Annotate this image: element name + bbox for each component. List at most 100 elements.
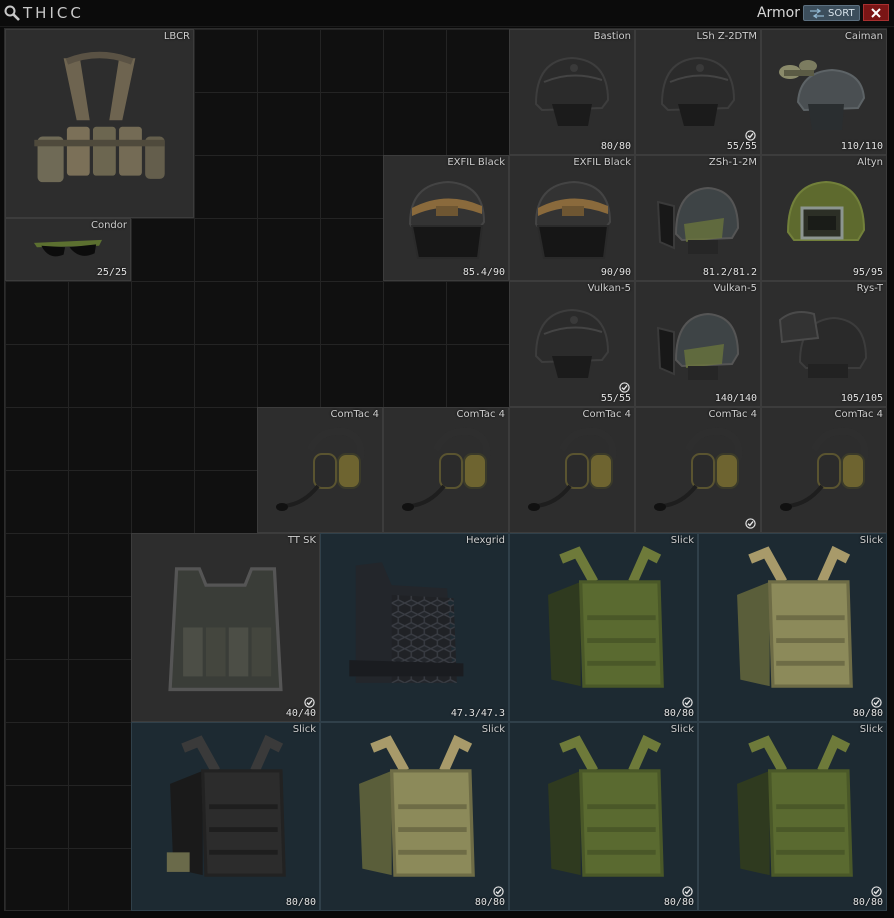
item-name: Slick — [859, 724, 883, 735]
item-name: EXFIL Black — [447, 157, 505, 168]
item-slot-slick[interactable]: Slick 80/80 — [509, 533, 698, 722]
close-icon — [871, 8, 881, 18]
helmet-icon — [534, 308, 610, 378]
item-name: Slick — [481, 724, 505, 735]
item-slot-lsh-z-2dtm[interactable]: LSh Z-2DTM 55/55 — [635, 29, 761, 155]
item-slot-altyn[interactable]: Altyn 95/95 — [761, 155, 887, 281]
container-header: THICC Armor SORT — [0, 0, 894, 27]
item-image — [12, 42, 187, 205]
item-slot-lbcr[interactable]: LBCR — [5, 29, 194, 218]
item-durability: 80/80 — [663, 897, 694, 908]
item-image — [768, 42, 880, 142]
item-slot-slick[interactable]: Slick 80/80 — [131, 722, 320, 911]
sort-label: SORT — [828, 8, 855, 19]
item-name: Slick — [670, 535, 694, 546]
item-slot-slick[interactable]: Slick 80/80 — [698, 722, 887, 911]
item-slot-comtac-4[interactable]: ComTac 4 — [509, 407, 635, 533]
item-name: ComTac 4 — [582, 409, 631, 420]
item-image — [516, 168, 628, 268]
item-name: Caiman — [844, 31, 883, 42]
item-slot-condor[interactable]: Condor 25/25 — [5, 218, 131, 281]
item-name: Rys-T — [856, 283, 883, 294]
item-image — [516, 735, 691, 898]
sort-icon — [810, 8, 824, 19]
item-image — [327, 735, 502, 898]
item-image — [264, 420, 376, 520]
item-slot-exfil-black[interactable]: EXFIL Black 85.4/90 — [383, 155, 509, 281]
headset-icon — [654, 427, 743, 511]
checkmark-icon — [745, 518, 756, 529]
item-slot-tt-sk[interactable]: TT SK 40/40 — [131, 533, 320, 722]
checkmark-icon — [304, 697, 315, 708]
item-image — [768, 420, 880, 520]
item-image — [516, 42, 628, 142]
search-icon[interactable] — [3, 4, 21, 22]
item-image — [768, 294, 880, 394]
item-name: EXFIL Black — [573, 157, 631, 168]
helmet-face-icon — [534, 180, 612, 259]
item-slot-slick[interactable]: Slick 80/80 — [320, 722, 509, 911]
item-durability: 95/95 — [852, 267, 883, 278]
item-image — [390, 168, 502, 268]
item-durability: 80/80 — [474, 897, 505, 908]
helmet-nvg-icon — [779, 60, 866, 130]
item-durability: 85.4/90 — [462, 267, 505, 278]
helmet-icon — [534, 56, 610, 126]
item-image — [516, 294, 628, 394]
helmet-visor-icon — [656, 312, 740, 380]
item-slot-comtac-4[interactable]: ComTac 4 — [761, 407, 887, 533]
item-image — [138, 546, 313, 709]
item-slot-exfil-black[interactable]: EXFIL Black 90/90 — [509, 155, 635, 281]
item-durability: 80/80 — [852, 897, 883, 908]
checkmark-icon — [745, 130, 756, 141]
vest-camo-icon — [168, 567, 283, 692]
headset-icon — [276, 427, 365, 511]
item-slot-comtac-4[interactable]: ComTac 4 — [635, 407, 761, 533]
item-name: ComTac 4 — [330, 409, 379, 420]
item-durability: 80/80 — [285, 897, 316, 908]
sort-button[interactable]: SORT — [803, 5, 860, 21]
item-durability: 47.3/47.3 — [450, 708, 505, 719]
vest-tan-icon — [359, 735, 475, 877]
item-slot-slick[interactable]: Slick 80/80 — [698, 533, 887, 722]
item-image — [642, 42, 754, 142]
headset-icon — [780, 427, 869, 511]
checkmark-icon — [682, 697, 693, 708]
item-image — [138, 735, 313, 898]
item-slot-comtac-4[interactable]: ComTac 4 — [383, 407, 509, 533]
item-durability: 25/25 — [96, 267, 127, 278]
item-name: ComTac 4 — [708, 409, 757, 420]
checkmark-icon — [619, 382, 630, 393]
item-slot-rys-t[interactable]: Rys-T 105/105 — [761, 281, 887, 407]
item-slot-caiman[interactable]: Caiman 110/110 — [761, 29, 887, 155]
helmet-visor-up-icon — [778, 311, 868, 378]
item-image — [516, 546, 691, 709]
checkmark-icon — [493, 886, 504, 897]
checkmark-icon — [682, 886, 693, 897]
item-durability: 80/80 — [600, 141, 631, 152]
close-button[interactable] — [863, 4, 889, 21]
item-durability: 80/80 — [852, 708, 883, 719]
item-name: Slick — [292, 724, 316, 735]
item-slot-hexgrid[interactable]: Hexgrid 47.3/47.3 — [320, 533, 509, 722]
item-image — [327, 546, 502, 709]
vest-tan-icon — [737, 546, 853, 688]
item-name: Condor — [90, 220, 127, 231]
item-slot-comtac-4[interactable]: ComTac 4 — [257, 407, 383, 533]
item-name: ComTac 4 — [834, 409, 883, 420]
item-durability: 81.2/81.2 — [702, 267, 757, 278]
vest-olive-icon — [548, 735, 664, 877]
item-slot-bastion[interactable]: Bastion 80/80 — [509, 29, 635, 155]
item-image — [642, 294, 754, 394]
item-durability: 140/140 — [714, 393, 757, 404]
item-slot-zsh-1-2m[interactable]: ZSh-1-2M 81.2/81.2 — [635, 155, 761, 281]
item-slot-vulkan-5[interactable]: Vulkan-5 140/140 — [635, 281, 761, 407]
item-name: LSh Z-2DTM — [696, 31, 757, 42]
helmet-visor-icon — [656, 186, 740, 254]
item-name: LBCR — [163, 31, 190, 42]
item-name: Slick — [670, 724, 694, 735]
item-image — [642, 168, 754, 268]
item-slot-vulkan-5[interactable]: Vulkan-5 55/55 — [509, 281, 635, 407]
item-name: TT SK — [287, 535, 316, 546]
item-slot-slick[interactable]: Slick 80/80 — [509, 722, 698, 911]
